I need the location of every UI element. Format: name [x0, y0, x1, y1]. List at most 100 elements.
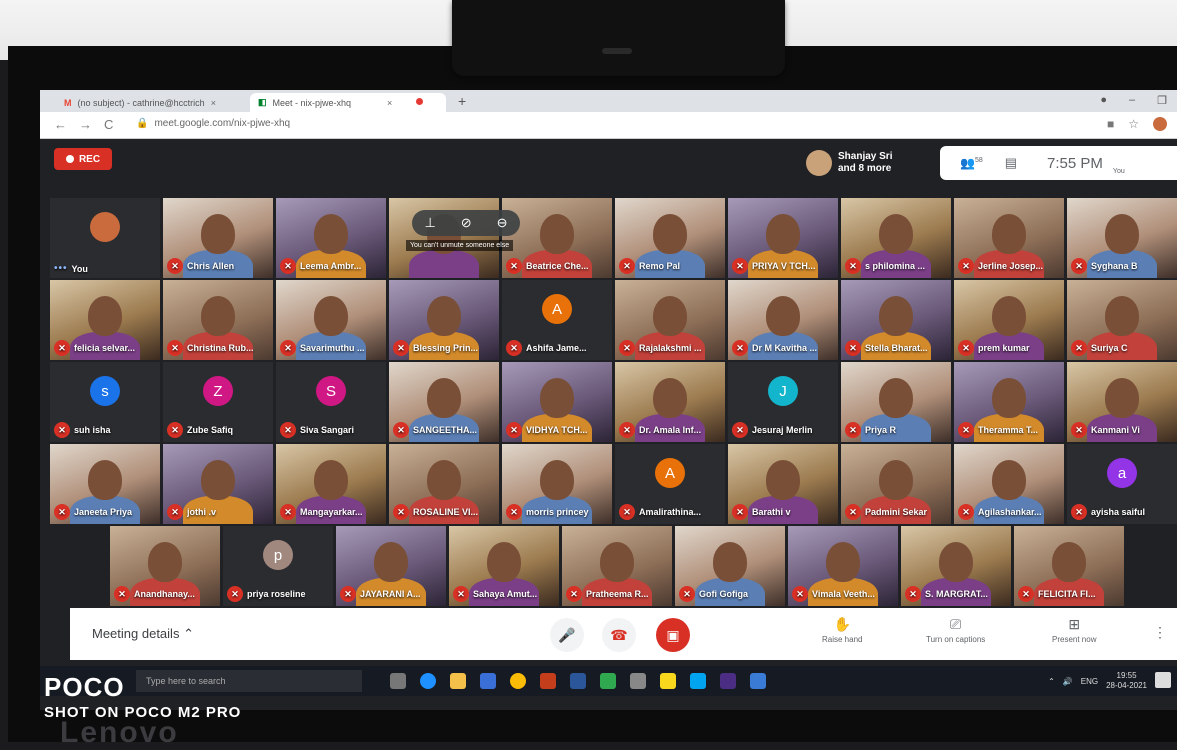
participant-tile[interactable]: ✕ Theramma T...	[954, 362, 1064, 442]
participant-tile[interactable]: ✕ PRIYA V TCH...	[728, 198, 838, 278]
volume-icon[interactable]: 🔊	[1063, 677, 1073, 686]
forward-icon[interactable]: →	[79, 117, 92, 132]
edge-icon[interactable]	[420, 673, 436, 689]
participant-tile[interactable]: Z ✕ Zube Safiq	[163, 362, 273, 442]
network-icon[interactable]: ⌃	[1048, 677, 1055, 686]
present-button[interactable]: ⊞ Present now	[1052, 616, 1096, 644]
powerpoint-icon[interactable]	[540, 673, 556, 689]
camera-indicator-icon[interactable]: ■	[1107, 117, 1114, 131]
participant-tile[interactable]: ✕ Christina Rub...	[163, 280, 273, 360]
camera-icon[interactable]	[630, 673, 646, 689]
participant-tile[interactable]: ✕ prem kumar	[954, 280, 1064, 360]
participant-tile[interactable]: ✕ s philomina ...	[841, 198, 951, 278]
participant-face	[879, 460, 913, 500]
folder-icon[interactable]	[450, 673, 466, 689]
camera-off-button[interactable]: ▣	[656, 618, 690, 652]
participant-tile[interactable]: s ✕ suh isha	[50, 362, 160, 442]
captions-button[interactable]: ⎚ Turn on captions	[926, 616, 985, 644]
participant-tile[interactable]: ✕ jothi .v	[163, 444, 273, 524]
taskbar-search[interactable]: Type here to search	[136, 670, 362, 692]
url-field[interactable]: 🔒 meet.google.com/nix-pjwe-xhq	[136, 118, 290, 129]
participant-tile[interactable]: ✕ Anandhanay...	[110, 526, 220, 606]
avatar[interactable]	[1153, 117, 1167, 131]
bookmark-star-icon[interactable]: ☆	[1128, 117, 1139, 131]
participant-tile[interactable]: a ✕ ayisha saiful	[1067, 444, 1177, 524]
premiere-icon[interactable]	[720, 673, 736, 689]
participant-tile[interactable]: ✕ Rajalakshmi ...	[615, 280, 725, 360]
participant-tile[interactable]: A ✕ Ashifa Jame...	[502, 280, 612, 360]
participant-tile[interactable]: ✕ Leema Ambr...	[276, 198, 386, 278]
chrome-icon[interactable]	[510, 673, 526, 689]
language-indicator[interactable]: ENG	[1081, 677, 1098, 686]
participant-tile[interactable]: ✕ Kanmani Vi	[1067, 362, 1177, 442]
participant-name: Zube Safiq	[187, 425, 234, 435]
participant-tile[interactable]: ✕ Janeeta Priya	[50, 444, 160, 524]
more-options-icon[interactable]: ⋮	[1153, 624, 1167, 641]
reload-icon[interactable]: C	[104, 117, 113, 132]
participant-tile[interactable]: ✕ Remo Pal	[615, 198, 725, 278]
participant-tile[interactable]: ✕ SANGEETHA...	[389, 362, 499, 442]
participant-tile[interactable]: ✕ Syghana B	[1067, 198, 1177, 278]
participant-tile[interactable]: ✕ VIDHYA TCH...	[502, 362, 612, 442]
participant-tile[interactable]: ✕ Sahaya Amut...	[449, 526, 559, 606]
participant-tile[interactable]: ••• You	[50, 198, 160, 278]
app-icon[interactable]	[750, 673, 766, 689]
participant-tile[interactable]: ✕ Suriya C	[1067, 280, 1177, 360]
word-icon[interactable]	[570, 673, 586, 689]
photos-icon[interactable]	[600, 673, 616, 689]
participant-tile[interactable]: ✕ Priya R	[841, 362, 951, 442]
participant-tile[interactable]: ✕ Beatrice Che...	[502, 198, 612, 278]
hang-up-button[interactable]: ☎	[602, 618, 636, 652]
participant-tile[interactable]: ✕ Dr M Kavitha ...	[728, 280, 838, 360]
participant-tile[interactable]: ✕ Vimala Veeth...	[788, 526, 898, 606]
close-tab-icon[interactable]: ×	[211, 98, 216, 108]
participant-tile[interactable]: ✕ S. MARGRAT...	[901, 526, 1011, 606]
notes-icon[interactable]	[660, 673, 676, 689]
participant-tile[interactable]: ✕ FELICITA FI...	[1014, 526, 1124, 606]
participant-tile[interactable]: ✕ JAYARANI A...	[336, 526, 446, 606]
profile-icon[interactable]: ●	[1100, 94, 1107, 107]
notification-icon[interactable]	[1155, 672, 1171, 688]
participant-tile[interactable]: ✕ Pratheema R...	[562, 526, 672, 606]
chat-icon[interactable]: ▤	[1005, 155, 1017, 171]
participant-tile[interactable]: ✕ Barathi v	[728, 444, 838, 524]
participant-tile[interactable]: ✕ ROSALINE VI...	[389, 444, 499, 524]
close-tab-icon[interactable]: ×	[387, 98, 392, 108]
people-button[interactable]: 👥58	[960, 156, 983, 170]
back-icon[interactable]: ←	[54, 117, 67, 132]
minimize-icon[interactable]: –	[1129, 94, 1135, 107]
participant-tile[interactable]: ✕ Jerline Josep...	[954, 198, 1064, 278]
tab-gmail[interactable]: M (no subject) - cathrine@hcctrich ×	[56, 93, 242, 112]
participant-tile[interactable]: ✕ Mangayarkar...	[276, 444, 386, 524]
store-icon[interactable]	[480, 673, 496, 689]
participant-tile[interactable]: ✕ Chris Allen	[163, 198, 273, 278]
participant-tile[interactable]: ✕ Padmini Sekar	[841, 444, 951, 524]
participant-tile[interactable]: ✕ Savarimuthu ...	[276, 280, 386, 360]
maximize-icon[interactable]: ❐	[1157, 94, 1167, 107]
meeting-details-button[interactable]: Meeting details ⌃	[92, 626, 194, 642]
participant-tile[interactable]: ✕ Gofi Gofiga	[675, 526, 785, 606]
remove-icon[interactable]: ⊖	[497, 215, 508, 231]
taskbar-clock[interactable]: 19:55 28-04-2021	[1106, 671, 1147, 691]
new-tab-button[interactable]: +	[458, 93, 466, 109]
taskview-icon[interactable]	[390, 673, 406, 689]
mute-icon[interactable]: ⊘	[461, 215, 472, 231]
participant-tile[interactable]: ✕ morris princey	[502, 444, 612, 524]
participant-tile[interactable]: ✕ Blessing Prin...	[389, 280, 499, 360]
muted-mic-icon: ✕	[1071, 504, 1087, 520]
participant-tile[interactable]: ✕ felicia selvar...	[50, 280, 160, 360]
raise-hand-button[interactable]: ✋ Raise hand	[822, 616, 862, 644]
microphone-button[interactable]: 🎤	[550, 618, 584, 652]
gallery-icon[interactable]	[690, 673, 706, 689]
participant-tile[interactable]: ✕ Dr. Amala Inf...	[615, 362, 725, 442]
participant-tile[interactable]: J ✕ Jesuraj Merlin	[728, 362, 838, 442]
pinned-presenter[interactable]: Shanjay Sri and 8 more	[806, 150, 892, 176]
pin-icon[interactable]: ⊥	[424, 215, 435, 231]
participant-tile[interactable]: p ✕ priya roseline	[223, 526, 333, 606]
webcam	[452, 0, 785, 76]
participant-tile[interactable]: ✕ Stella Bharat...	[841, 280, 951, 360]
participant-tile[interactable]: S ✕ Siva Sangari	[276, 362, 386, 442]
participant-tile[interactable]: A ✕ Amalirathina...	[615, 444, 725, 524]
people-icon: 👥	[960, 156, 975, 170]
participant-tile[interactable]: ✕ Agilashankar...	[954, 444, 1064, 524]
